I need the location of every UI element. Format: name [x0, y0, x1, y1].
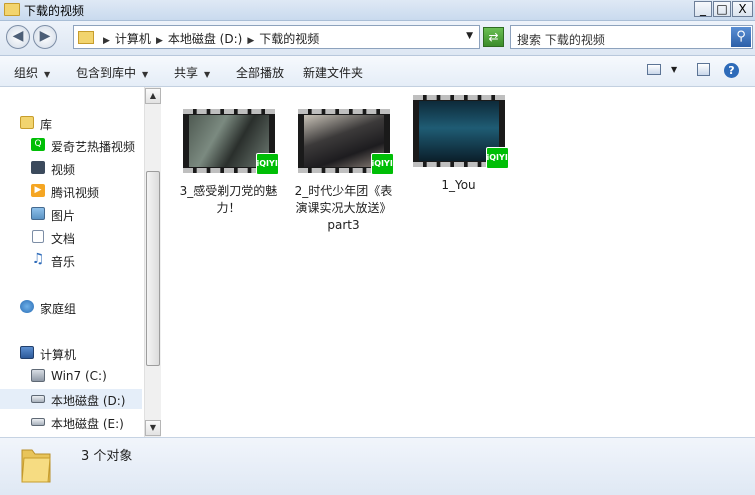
iqiyi-badge-icon: iQIYI: [255, 153, 279, 175]
nav-drive-d-label: 本地磁盘 (D:): [51, 394, 126, 408]
folder-icon: [78, 31, 94, 44]
iqiyi-icon: Q: [31, 138, 45, 151]
nav-drive-d[interactable]: 本地磁盘 (D:): [0, 389, 142, 409]
crumb-computer[interactable]: 计算机: [115, 32, 151, 46]
scroll-thumb[interactable]: [146, 171, 160, 366]
video-thumbnail: iQIYI: [412, 95, 509, 169]
address-dropdown-icon[interactable]: ▼: [466, 31, 473, 41]
nav-library[interactable]: 库: [0, 113, 142, 133]
crumb-drive-d[interactable]: 本地磁盘 (D:): [168, 32, 242, 46]
file-item[interactable]: iQIYI 2_时代少年团《表演课实况大放送》part3: [286, 109, 401, 234]
computer-icon: [20, 346, 34, 359]
pictures-icon: [31, 207, 45, 220]
nav-tencent-label: 腾讯视频: [51, 186, 100, 200]
nav-iqiyi-label: 爱奇艺热播视频: [51, 140, 136, 154]
view-dropdown-icon[interactable]: ▼: [671, 65, 677, 74]
chevron-down-icon: ▼: [204, 70, 211, 79]
share-button[interactable]: 共享 ▼: [174, 64, 210, 81]
video-thumbnail: iQIYI: [297, 109, 394, 175]
item-count: 3 个对象: [81, 449, 133, 464]
share-label: 共享: [174, 66, 199, 80]
chevron-down-icon: ▼: [142, 70, 149, 79]
scroll-up-button[interactable]: ▲: [145, 88, 161, 104]
file-item[interactable]: iQIYI 1_You: [401, 95, 516, 194]
nav-documents-label: 文档: [51, 232, 76, 246]
nav-pictures[interactable]: 图片: [0, 204, 142, 224]
chevron-down-icon: ▼: [44, 70, 51, 79]
nav-drive-e[interactable]: 本地磁盘 (E:): [0, 412, 142, 432]
breadcrumb: ▶ 计算机 ▶ 本地磁盘 (D:) ▶ 下载的视频: [98, 30, 319, 47]
drive-icon: [31, 418, 45, 426]
nav-drive-c-label: Win7 (C:): [51, 369, 107, 383]
window-title: 下载的视频: [24, 4, 85, 18]
nav-tencent[interactable]: ▶ 腾讯视频: [0, 181, 142, 201]
details-pane: 3 个对象: [0, 437, 755, 495]
nav-homegroup[interactable]: 家庭组: [0, 297, 142, 317]
video-thumbnail: iQIYI: [182, 109, 279, 175]
include-library-label: 包含到库中: [76, 66, 137, 80]
play-all-button[interactable]: 全部播放: [236, 64, 284, 81]
minimize-button[interactable]: _: [694, 1, 712, 17]
chevron-right-icon[interactable]: ▶: [103, 36, 110, 46]
search-input[interactable]: 搜索 下载的视频: [517, 31, 605, 48]
help-icon[interactable]: ?: [724, 63, 739, 78]
organize-button[interactable]: 组织 ▼: [14, 64, 50, 81]
include-library-button[interactable]: 包含到库中 ▼: [76, 64, 148, 81]
library-icon: [20, 116, 34, 129]
nav-computer-label: 计算机: [40, 348, 77, 362]
homegroup-icon: [20, 300, 34, 313]
nav-video-label: 视频: [51, 163, 76, 177]
navigation-scrollbar[interactable]: ▲ ▼: [144, 87, 161, 437]
nav-computer[interactable]: 计算机: [0, 343, 142, 363]
file-name: 3_感受剃刀党的魅力！: [179, 184, 278, 215]
maximize-button[interactable]: □: [713, 1, 731, 17]
file-name: 2_时代少年团《表演课实况大放送》part3: [294, 184, 393, 232]
system-drive-icon: [31, 369, 45, 382]
nav-library-label: 库: [40, 118, 53, 132]
nav-documents[interactable]: 文档: [0, 227, 142, 247]
document-icon: [32, 230, 44, 243]
file-name: 1_You: [441, 178, 476, 192]
nav-pictures-label: 图片: [51, 209, 76, 223]
new-folder-button[interactable]: 新建文件夹: [303, 64, 363, 81]
tencent-video-icon: ▶: [31, 184, 45, 197]
file-list[interactable]: iQIYI 3_感受剃刀党的魅力！ iQIYI 2_时代少年团《表演课实况大放送…: [162, 87, 755, 437]
search-box[interactable]: 搜索 下载的视频 ⚲: [510, 25, 753, 49]
command-toolbar: 组织 ▼ 包含到库中 ▼ 共享 ▼ 全部播放 新建文件夹 ▼ ?: [0, 56, 755, 87]
refresh-button[interactable]: ⇄: [483, 27, 504, 47]
folder-icon: [21, 449, 51, 483]
forward-button[interactable]: ▶: [33, 25, 57, 49]
video-icon: [31, 161, 45, 174]
nav-music[interactable]: ♫ 音乐: [0, 250, 142, 270]
crumb-downloaded-videos[interactable]: 下载的视频: [259, 32, 319, 46]
chevron-right-icon[interactable]: ▶: [156, 36, 163, 46]
nav-drive-e-label: 本地磁盘 (E:): [51, 417, 124, 431]
music-icon: ♫: [31, 251, 45, 267]
iqiyi-badge-icon: iQIYI: [370, 153, 394, 175]
navigation-bar: ◀ ▶ ▶ 计算机 ▶ 本地磁盘 (D:) ▶ 下载的视频 ▼ ⇄ 搜索 下载的视频 ⚲: [0, 21, 755, 56]
scroll-down-button[interactable]: ▼: [145, 420, 161, 436]
preview-pane-icon[interactable]: [697, 63, 710, 76]
address-bar[interactable]: ▶ 计算机 ▶ 本地磁盘 (D:) ▶ 下载的视频 ▼: [73, 25, 480, 49]
nav-drive-c[interactable]: Win7 (C:): [0, 366, 142, 386]
iqiyi-badge-icon: iQIYI: [485, 147, 509, 169]
folder-icon: [4, 3, 20, 16]
file-item[interactable]: iQIYI 3_感受剃刀党的魅力！: [171, 109, 286, 217]
navigation-pane: 库 Q 爱奇艺热播视频 视频 ▶ 腾讯视频 图片 文档 ♫ 音乐 家庭组 计算机…: [0, 87, 144, 437]
back-button[interactable]: ◀: [6, 25, 30, 49]
search-icon[interactable]: ⚲: [731, 27, 751, 47]
drive-icon: [31, 395, 45, 403]
nav-homegroup-label: 家庭组: [40, 302, 77, 316]
view-icon[interactable]: [647, 64, 661, 75]
nav-iqiyi[interactable]: Q 爱奇艺热播视频: [0, 135, 142, 155]
chevron-right-icon[interactable]: ▶: [247, 36, 254, 46]
nav-music-label: 音乐: [51, 255, 76, 269]
nav-video[interactable]: 视频: [0, 158, 142, 178]
organize-label: 组织: [14, 66, 39, 80]
title-bar: 下载的视频 _ □ X: [0, 0, 755, 21]
close-button[interactable]: X: [732, 1, 753, 17]
